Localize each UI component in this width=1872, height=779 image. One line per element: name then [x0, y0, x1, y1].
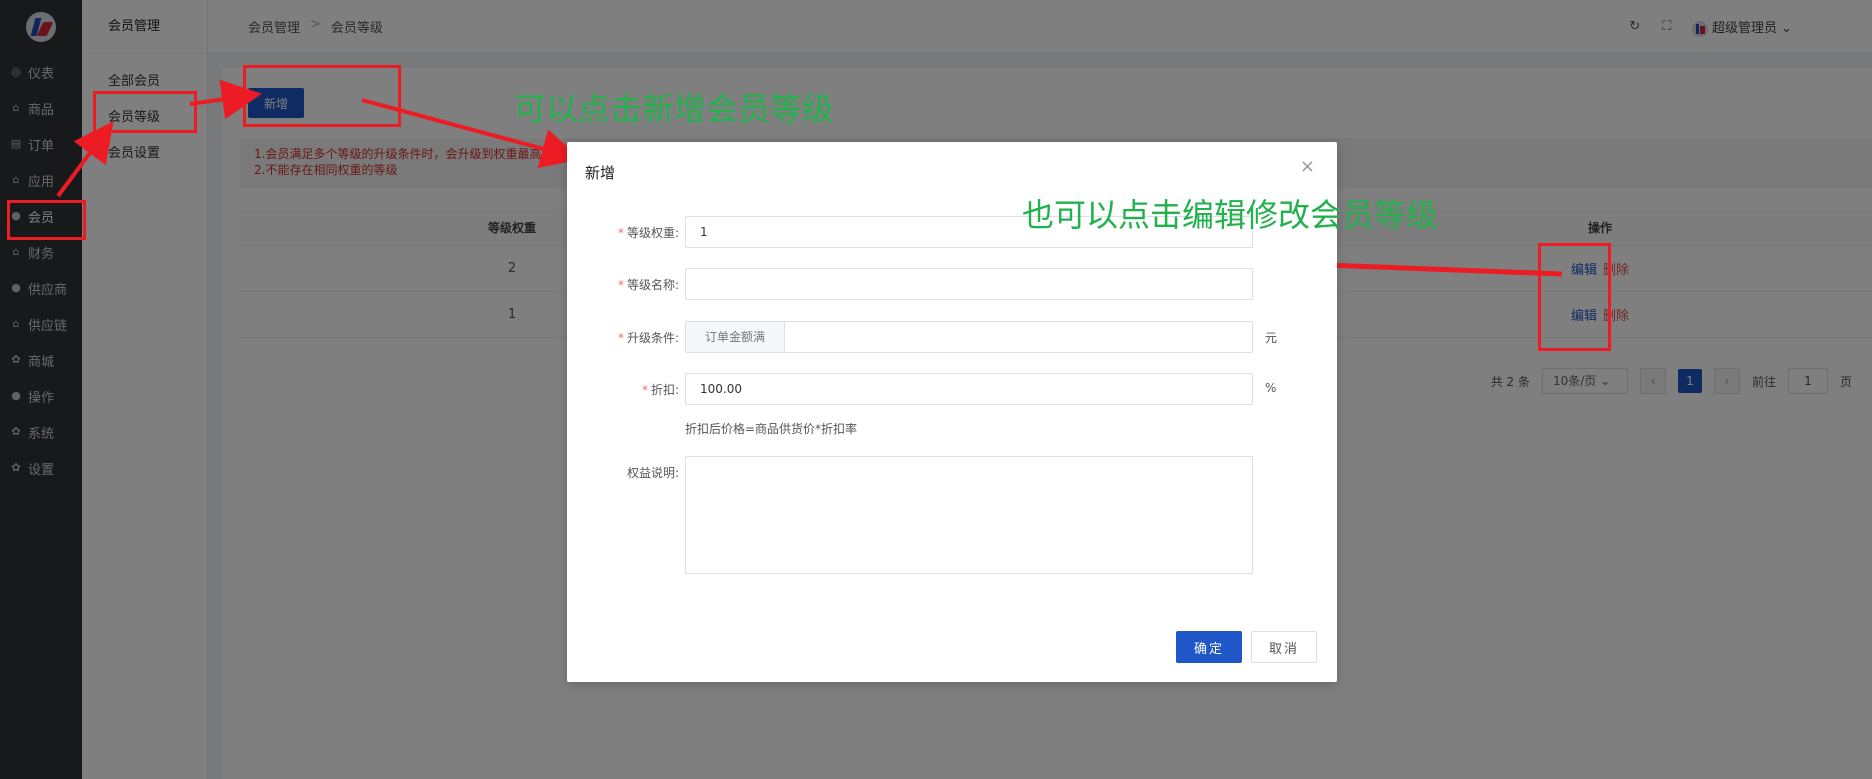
- form-row-name: * 等级名称:: [567, 268, 1337, 300]
- field-label: * 折扣:: [641, 383, 679, 397]
- form-row-discount: * 折扣: 100.00 %: [567, 373, 1337, 405]
- rights-textarea[interactable]: [685, 456, 1253, 574]
- form-row-condition: * 升级条件: 订单金额满 元: [567, 321, 1337, 353]
- condition-prepend: 订单金额满: [685, 321, 785, 353]
- confirm-button[interactable]: 确定: [1176, 631, 1242, 663]
- field-label: * 等级权重:: [617, 226, 679, 240]
- field-label: 权益说明:: [626, 466, 679, 480]
- annotation-note-edit: 也可以点击编辑修改会员等级: [1022, 196, 1439, 234]
- field-label: * 等级名称:: [617, 278, 679, 292]
- field-label: * 升级条件:: [617, 331, 679, 345]
- close-icon[interactable]: ×: [1300, 156, 1315, 177]
- discount-suffix: %: [1265, 381, 1277, 395]
- annotation-note-add: 可以点击新增会员等级: [514, 90, 835, 128]
- condition-amount-input[interactable]: [784, 321, 1253, 353]
- dialog-title: 新增: [585, 164, 616, 182]
- name-input[interactable]: [685, 268, 1253, 300]
- cancel-button[interactable]: 取消: [1251, 631, 1317, 663]
- condition-suffix: 元: [1265, 331, 1278, 345]
- discount-hint: 折扣后价格=商品供货价*折扣率: [685, 422, 858, 436]
- discount-input[interactable]: 100.00: [685, 373, 1253, 405]
